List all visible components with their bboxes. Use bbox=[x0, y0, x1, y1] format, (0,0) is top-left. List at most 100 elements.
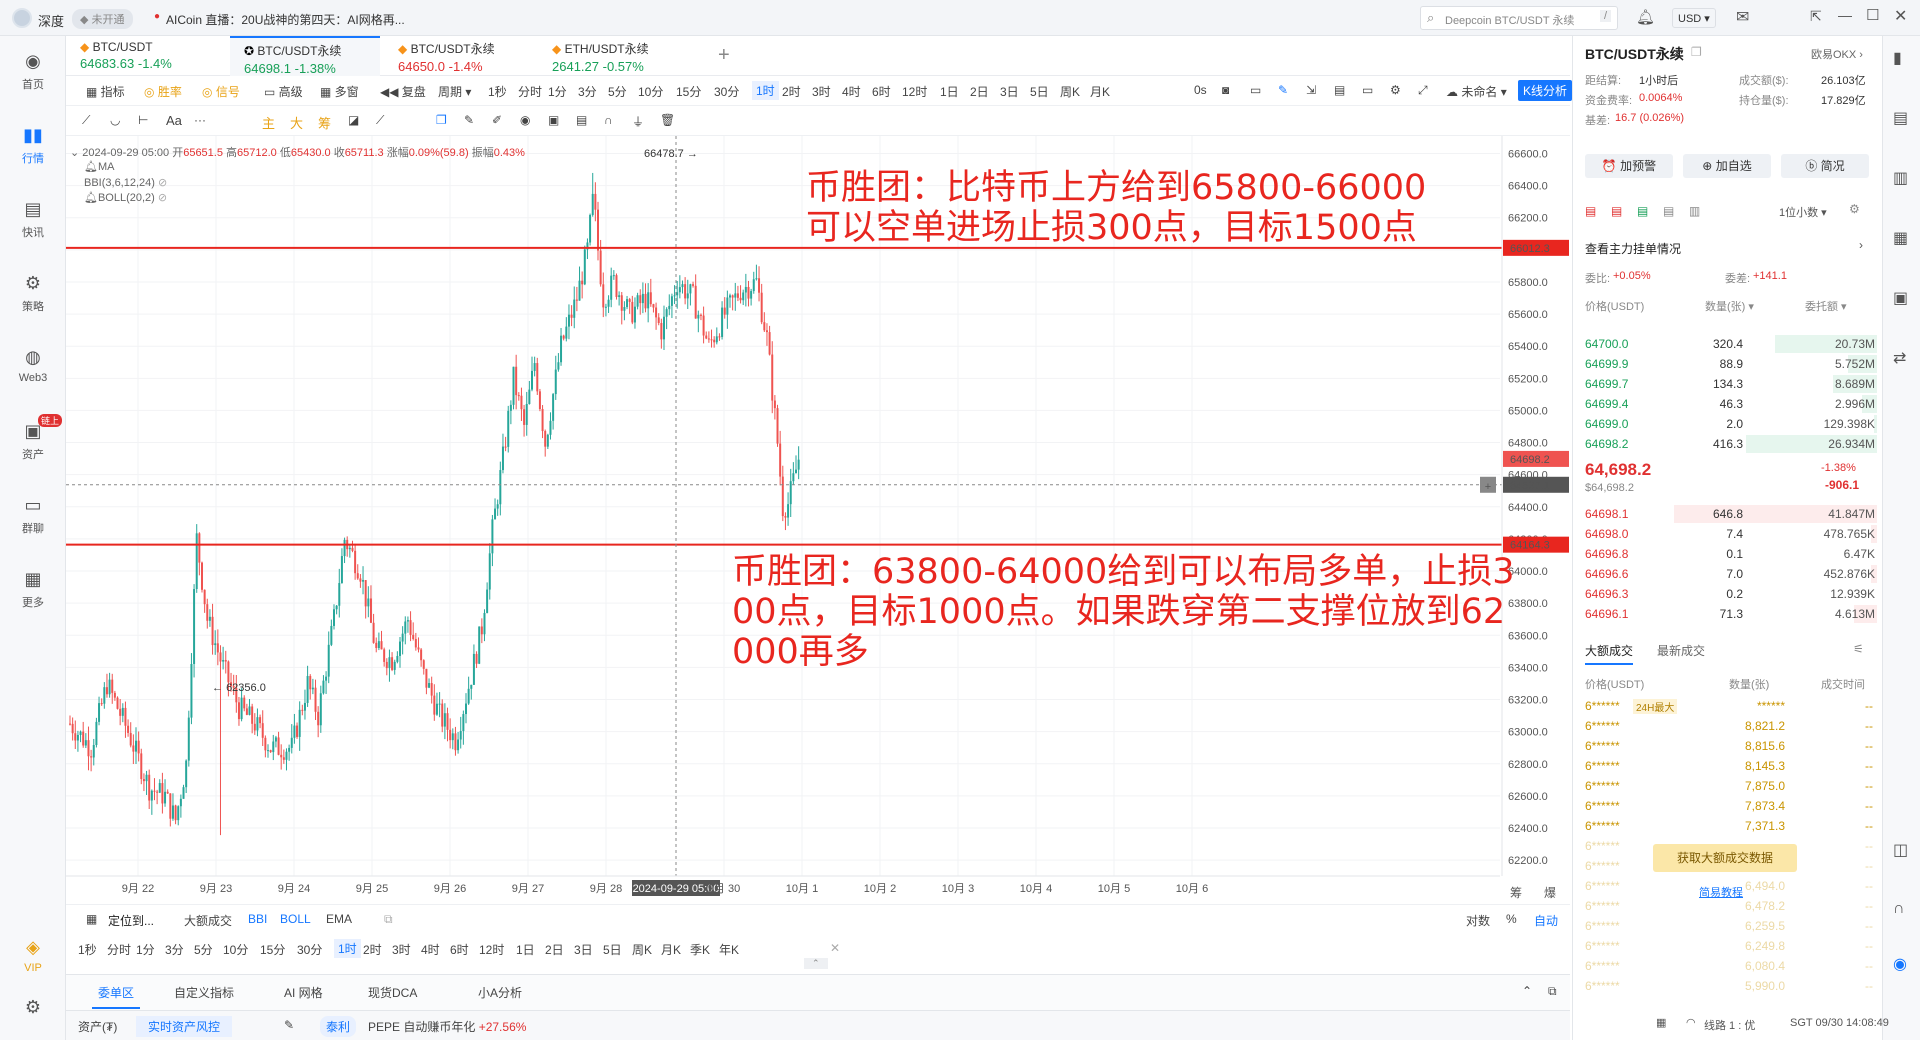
ask-row[interactable]: 64699.4 46.3 2.996M bbox=[1585, 394, 1877, 414]
calculator-icon[interactable]: ▦ bbox=[1656, 1016, 1666, 1029]
nav-item-news[interactable]: ▤ 快讯 bbox=[0, 198, 66, 240]
zero-s-button[interactable]: 0s bbox=[1194, 83, 1207, 97]
bid-row[interactable]: 64698.1 646.8 41.847M bbox=[1585, 504, 1877, 524]
curve-tool-icon[interactable]: ◡ bbox=[110, 113, 120, 127]
signal-button[interactable]: ◎ 信号 bbox=[202, 83, 240, 100]
close-icon[interactable]: ✕ bbox=[1894, 6, 1907, 26]
rail-swap-icon[interactable]: ⇄ bbox=[1893, 348, 1906, 368]
magnet-icon[interactable]: ∩ bbox=[604, 113, 613, 127]
period-11[interactable]: 4时 bbox=[421, 941, 440, 958]
tab-eth-usdt-perp[interactable]: ◆ ETH/USDT永续 2641.27 -0.57% bbox=[538, 36, 688, 76]
tab-xiaoa-analysis[interactable]: 小A分析 bbox=[478, 984, 522, 1001]
tab-spot-dca[interactable]: 现货DCA bbox=[368, 984, 417, 1001]
advanced-button[interactable]: ▭ 高级 bbox=[264, 83, 303, 100]
period-0[interactable]: 1秒 bbox=[78, 941, 97, 958]
brush-icon[interactable]: ✎ bbox=[464, 113, 474, 127]
period-8[interactable]: 1时 bbox=[752, 81, 779, 100]
ob-header-amount[interactable]: 委托额 ▾ bbox=[1805, 298, 1847, 314]
eye-icon[interactable]: ◉ bbox=[520, 113, 530, 127]
auto-scale-toggle[interactable]: 自动 bbox=[1534, 912, 1558, 929]
tab-btc-usdt-perp-active[interactable]: ✪ BTC/USDT永续 64698.1 -1.38% bbox=[230, 36, 380, 76]
period-3[interactable]: 3分 bbox=[578, 83, 597, 100]
period-18[interactable]: 周K bbox=[1060, 83, 1080, 100]
trendline-tool-icon[interactable]: ⟋ bbox=[82, 113, 90, 128]
chip-tool[interactable]: 筹 bbox=[318, 113, 331, 132]
main-orders-link[interactable]: 查看主力挂单情况 bbox=[1585, 240, 1681, 257]
period-16[interactable]: 3日 bbox=[1000, 83, 1019, 100]
main-force-tool[interactable]: 主 bbox=[262, 113, 275, 132]
settings-button[interactable]: ⚙ bbox=[0, 996, 66, 1022]
period-9[interactable]: 2时 bbox=[363, 941, 382, 958]
rail-news-icon[interactable]: ▥ bbox=[1893, 168, 1908, 188]
avatar[interactable] bbox=[12, 8, 32, 28]
period-12[interactable]: 6时 bbox=[872, 83, 891, 100]
ask-row[interactable]: 64699.0 2.0 129.398K bbox=[1585, 414, 1877, 434]
replay-button[interactable]: ◀◀ 复盘 bbox=[380, 83, 426, 100]
text-tool[interactable]: Aa bbox=[166, 113, 182, 128]
rail-notes-icon[interactable]: ▤ bbox=[1893, 108, 1908, 128]
more-tools[interactable]: ··· bbox=[194, 113, 206, 127]
external-link-icon[interactable]: ⧉ bbox=[384, 912, 393, 927]
period-13[interactable]: 12时 bbox=[479, 941, 504, 958]
big-trade-toggle[interactable]: 大额成交 bbox=[184, 912, 232, 929]
period-8[interactable]: 1时 bbox=[334, 939, 361, 958]
kline-chart-svg[interactable]: 66600.066400.066200.066000.065800.065600… bbox=[66, 136, 1570, 904]
trade-row[interactable]: 6****** 6,249.8 -- bbox=[1585, 936, 1877, 956]
period-12[interactable]: 6时 bbox=[450, 941, 469, 958]
bid-row[interactable]: 64696.8 0.1 6.47K bbox=[1585, 544, 1877, 564]
indicator-button[interactable]: ▦ 指标 bbox=[86, 83, 125, 100]
tab-order-area[interactable]: 委单区 bbox=[92, 984, 141, 1009]
rail-monitor-icon[interactable]: ▣ bbox=[1893, 288, 1908, 308]
currency-select[interactable]: USD ▾ bbox=[1672, 8, 1716, 28]
bell-icon[interactable]: 🔔︎ bbox=[1636, 8, 1655, 26]
cloud-layout-select[interactable]: ☁ 未命名 ▾ bbox=[1446, 83, 1507, 100]
period-4[interactable]: 5分 bbox=[194, 941, 213, 958]
boll-toggle[interactable]: BOLL bbox=[280, 912, 311, 926]
measure-icon[interactable]: ⟋ bbox=[376, 113, 384, 128]
username[interactable]: 深度 bbox=[38, 11, 64, 30]
expand-panel-icon[interactable]: ⌃ bbox=[1522, 984, 1532, 998]
period-15[interactable]: 2日 bbox=[970, 83, 989, 100]
camera-icon[interactable]: ◙ bbox=[1222, 83, 1229, 97]
line-status[interactable]: 线路 1 : 优 bbox=[1704, 1017, 1755, 1033]
popout-panel-icon[interactable]: ⧉ bbox=[1548, 984, 1557, 999]
rail-headset-icon[interactable]: ∩ bbox=[1893, 900, 1905, 918]
tab-btc-usdt-perp-2[interactable]: ◆ BTC/USDT永续 64650.0 -1.4% bbox=[384, 36, 534, 76]
template-icon[interactable]: ▭ bbox=[1362, 83, 1373, 97]
period-1[interactable]: 分时 bbox=[518, 83, 542, 100]
bid-row[interactable]: 64696.6 7.0 452.876K bbox=[1585, 564, 1877, 584]
orderbook-view-list-icon[interactable]: ▤ bbox=[1663, 204, 1674, 218]
annotation-bottom[interactable]: 币胜团：63800-64000给到可以布局多单，止损3 00点，目标1000点。… bbox=[732, 552, 1515, 672]
chip-corner-button[interactable]: 筹 bbox=[1510, 884, 1522, 901]
ask-row[interactable]: 64698.2 416.3 26.934M bbox=[1585, 434, 1877, 454]
indicator-legend-ma[interactable]: 🔔︎MA bbox=[84, 160, 114, 173]
period-2[interactable]: 1分 bbox=[548, 83, 567, 100]
big-order-tool[interactable]: 大 bbox=[290, 113, 303, 132]
tab-custom-indicator[interactable]: 自定义指标 bbox=[174, 984, 234, 1001]
eye-off-icon[interactable]: ⊘ bbox=[158, 177, 167, 189]
ask-row[interactable]: 64699.9 88.9 5.752M bbox=[1585, 354, 1877, 374]
ask-row[interactable]: 64700.0 320.4 20.73M bbox=[1585, 334, 1877, 354]
period-19[interactable]: 月K bbox=[1090, 83, 1110, 100]
exchange-link[interactable]: 欧易OKX › bbox=[1811, 46, 1863, 62]
period-5[interactable]: 10分 bbox=[638, 83, 663, 100]
period-select[interactable]: 周期 ▾ bbox=[438, 83, 471, 100]
nav-item-assets[interactable]: ▣ 资产 链上 bbox=[0, 414, 66, 462]
risk-control-button[interactable]: 实时资产风控 bbox=[136, 1016, 233, 1037]
settings-icon[interactable]: ⚙ bbox=[1390, 83, 1401, 97]
period-7[interactable]: 30分 bbox=[714, 83, 739, 100]
tab-ai-grid[interactable]: AI 网格 bbox=[284, 984, 323, 1001]
trade-row[interactable]: 6****** 8,145.3 -- bbox=[1585, 756, 1877, 776]
pen-icon[interactable]: ✐ bbox=[492, 113, 502, 127]
close-periods-icon[interactable]: ✕ bbox=[830, 941, 840, 955]
period-6[interactable]: 15分 bbox=[676, 83, 701, 100]
trade-tab-latest[interactable]: 最新成交 bbox=[1657, 642, 1705, 659]
nav-item-market[interactable]: ▮▮ 行情 bbox=[0, 124, 66, 166]
data-window-icon[interactable]: ▤ bbox=[1334, 83, 1345, 97]
promo-text[interactable]: PEPE 自动赚币年化 +27.56% bbox=[368, 1018, 526, 1035]
lock-icon[interactable]: ▣ bbox=[548, 113, 559, 127]
log-scale-toggle[interactable]: 对数 bbox=[1466, 912, 1490, 929]
verify-badge[interactable]: ◆ 未开通 bbox=[72, 9, 133, 29]
add-alert-button[interactable]: ⏰ 加预警 bbox=[1585, 154, 1673, 178]
fullscreen-icon[interactable]: ⤢ bbox=[1418, 83, 1428, 98]
